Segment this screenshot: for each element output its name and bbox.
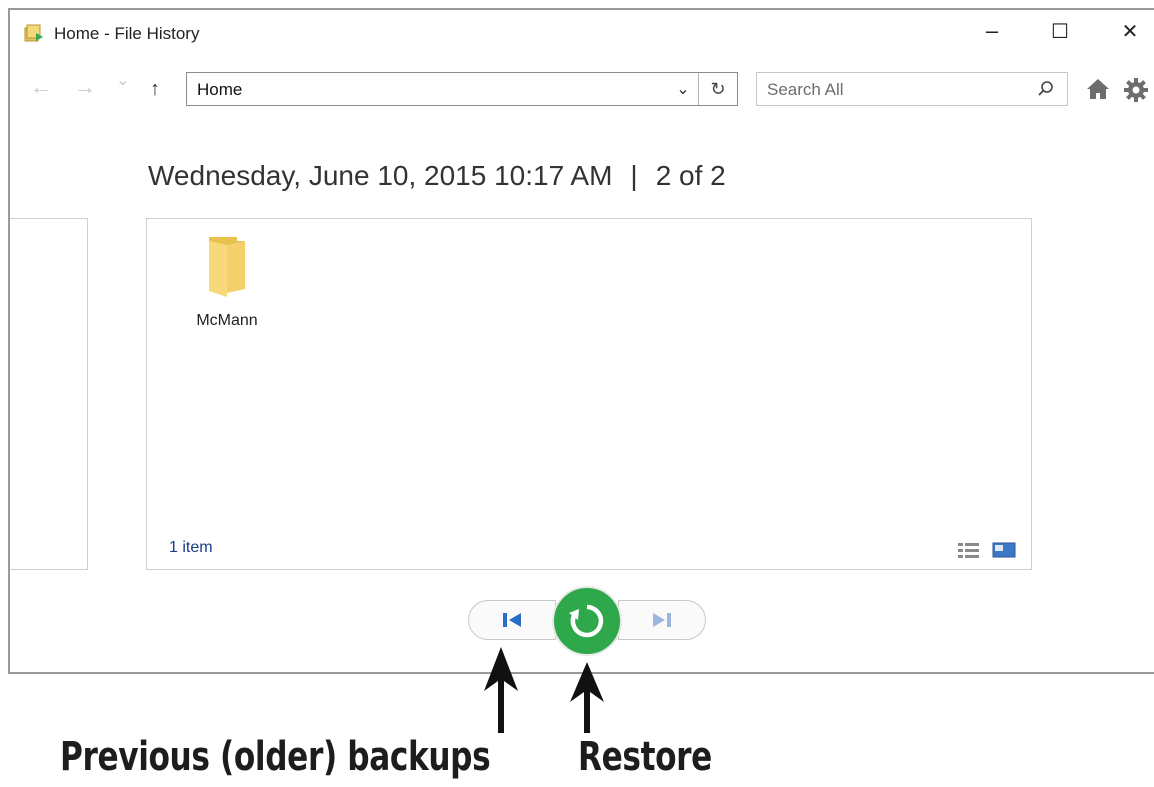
recent-locations-button[interactable]: ⌄	[116, 70, 129, 90]
folder-icon	[209, 237, 245, 297]
large-icons-view-icon[interactable]	[991, 541, 1017, 559]
maximize-button[interactable]: ☐	[1038, 16, 1082, 46]
forward-button[interactable]: →	[74, 74, 96, 100]
search-input[interactable]: Search All	[756, 72, 1068, 106]
window-title: Home - File History	[54, 24, 200, 43]
file-history-app-icon	[24, 24, 43, 42]
previous-callout-arrow	[484, 647, 518, 733]
previous-version-button[interactable]	[468, 600, 556, 640]
address-dropdown-button[interactable]: ⌄	[669, 73, 697, 105]
snapshot-date: Wednesday, June 10, 2015 10:17 AM	[148, 160, 613, 191]
gear-icon[interactable]	[1124, 78, 1148, 102]
previous-backup-icon	[503, 613, 521, 627]
previous-backups-label: Previous (older) backups	[60, 734, 491, 780]
title-bar: Home - File History – ☐ ✕	[10, 10, 1154, 56]
search-icon[interactable]	[1037, 80, 1055, 98]
snapshot-content-panel: McMann 1 item	[146, 218, 1032, 570]
home-icon[interactable]	[1086, 78, 1110, 100]
back-button[interactable]: ←	[30, 74, 52, 100]
snapshot-heading: Wednesday, June 10, 2015 10:17 AM | 2 of 2	[148, 160, 726, 192]
close-button[interactable]: ✕	[1108, 16, 1152, 46]
minimize-button[interactable]: –	[970, 16, 1014, 46]
file-history-window: Home - File History – ☐ ✕ ← → ⌄ ↑ Home ⌄…	[8, 8, 1154, 674]
folder-item[interactable]: McMann	[187, 235, 267, 330]
restore-button[interactable]	[552, 586, 622, 656]
item-count-status: 1 item	[169, 539, 213, 556]
up-button[interactable]: ↑	[150, 78, 160, 101]
details-view-icon[interactable]	[957, 541, 983, 559]
restore-label: Restore	[578, 734, 712, 780]
address-value: Home	[197, 80, 243, 99]
restore-icon	[569, 604, 604, 638]
next-backup-icon	[653, 613, 671, 627]
refresh-button[interactable]: ↻	[698, 73, 737, 105]
navigation-toolbar: ← → ⌄ ↑ Home ⌄ ↻ Search All	[10, 70, 1154, 110]
previous-snapshot-panel[interactable]	[10, 218, 88, 570]
snapshot-separator: |	[630, 160, 638, 191]
search-placeholder: Search All	[767, 80, 844, 99]
snapshot-position: 2 of 2	[655, 160, 726, 191]
view-switcher	[957, 541, 1017, 564]
restore-callout-arrow	[570, 662, 604, 733]
folder-label: McMann	[196, 312, 258, 329]
address-bar[interactable]: Home ⌄ ↻	[186, 72, 738, 106]
next-version-button[interactable]	[618, 600, 706, 640]
